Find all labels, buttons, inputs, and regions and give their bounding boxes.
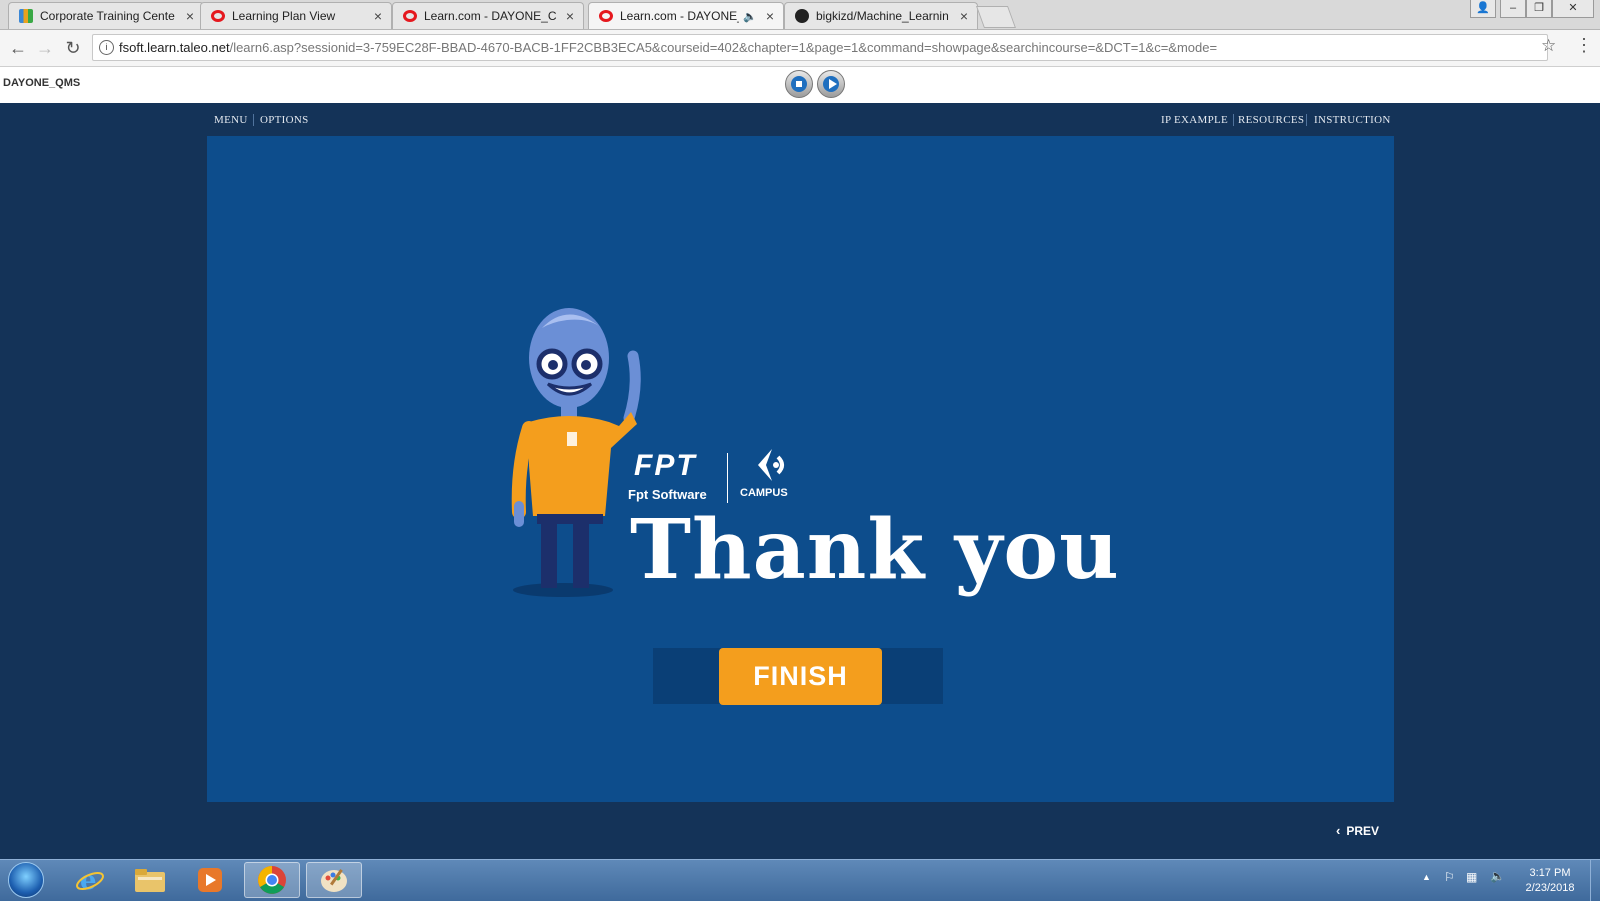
chevron-left-icon: ‹: [1336, 823, 1341, 838]
browser-menu-icon[interactable]: ⋮: [1575, 35, 1593, 56]
site-info-icon[interactable]: i: [99, 40, 114, 55]
user-profile-icon[interactable]: 👤: [1470, 0, 1496, 18]
close-icon[interactable]: ×: [183, 8, 197, 24]
browser-toolbar: ← → ↻ i fsoft.learn.taleo.net/learn6.asp…: [0, 30, 1600, 67]
close-icon[interactable]: ×: [763, 8, 777, 24]
grid-favicon-icon: [19, 9, 33, 23]
course-nav-bar: MENU OPTIONS IP EXAMPLE RESOURCES INSTRU…: [207, 110, 1390, 136]
window-close-icon[interactable]: ✕: [1552, 0, 1594, 18]
windows-taskbar: e ▲ ⚐ ▦ 🔈 3:17 PM 2/23/2018: [0, 859, 1600, 901]
tab-learn-dayone-active[interactable]: Learn.com - DAYONE_ 🔈 ×: [588, 2, 784, 29]
tab-github-machine-learning[interactable]: bigkizd/Machine_Learnin ×: [784, 2, 978, 29]
play-button[interactable]: [817, 70, 845, 98]
reload-icon[interactable]: ↻: [61, 36, 85, 60]
ip-example-link[interactable]: IP EXAMPLE: [1161, 114, 1228, 126]
speaker-icon[interactable]: 🔈: [743, 10, 757, 23]
chrome-icon[interactable]: [244, 862, 300, 898]
svg-text:e: e: [80, 866, 97, 895]
system-clock[interactable]: 3:17 PM 2/23/2018: [1510, 866, 1590, 896]
fpt-campus-logo: FPT Fpt Software CAMPUS: [628, 449, 804, 509]
close-icon[interactable]: ×: [957, 8, 971, 24]
forward-arrow-icon[interactable]: →: [33, 36, 57, 60]
finish-button[interactable]: FINISH: [719, 648, 882, 705]
internet-explorer-icon[interactable]: e: [62, 862, 118, 898]
show-hidden-icons-icon[interactable]: ▲: [1422, 872, 1431, 882]
volume-icon[interactable]: 🔈: [1490, 869, 1505, 883]
prev-button[interactable]: ‹ PREV: [1336, 823, 1379, 838]
tab-learn-dayone-co[interactable]: Learn.com - DAYONE_Co ×: [392, 2, 584, 29]
slide-content: FPT Fpt Software CAMPUS Thank you FINISH: [207, 136, 1394, 802]
play-icon: [823, 76, 839, 92]
oracle-favicon-icon: [599, 10, 613, 22]
window-controls: 👤 – ❐ ✕: [1470, 0, 1594, 18]
stop-icon: [791, 76, 807, 92]
new-tab-button[interactable]: [975, 6, 1017, 28]
fpt-software-text: Fpt Software: [628, 487, 707, 502]
fpt-logo-text: FPT: [634, 449, 697, 482]
paint-icon[interactable]: [306, 862, 362, 898]
campus-logo-icon: [758, 449, 784, 481]
back-arrow-icon[interactable]: ←: [6, 36, 30, 60]
oracle-favicon-icon: [403, 10, 417, 22]
prev-label: PREV: [1346, 824, 1380, 838]
tab-title: Learning Plan View: [232, 9, 336, 23]
bookmark-star-icon[interactable]: ☆: [1541, 36, 1556, 56]
menu-link[interactable]: MENU: [214, 114, 248, 126]
instruction-link[interactable]: INSTRUCTION: [1314, 114, 1391, 126]
options-link[interactable]: OPTIONS: [260, 114, 309, 126]
browser-tab-strip: Corporate Training Cente × Learning Plan…: [0, 0, 1600, 30]
network-icon[interactable]: ▦: [1466, 870, 1477, 884]
course-title: DAYONE_QMS: [3, 77, 81, 89]
restore-icon[interactable]: ❐: [1526, 0, 1552, 18]
stop-button[interactable]: [785, 70, 813, 98]
file-explorer-icon[interactable]: [122, 862, 178, 898]
show-desktop-button[interactable]: [1590, 860, 1600, 901]
oracle-favicon-icon: [211, 10, 225, 22]
tab-title: Corporate Training Cente: [40, 9, 175, 23]
tab-learning-plan-view[interactable]: Learning Plan View ×: [200, 2, 392, 29]
resources-link[interactable]: RESOURCES: [1238, 114, 1304, 126]
action-center-flag-icon[interactable]: ⚐: [1444, 870, 1455, 884]
thank-you-heading: Thank you: [630, 502, 1120, 598]
url-path: /learn6.asp?sessionid=3-759EC28F-BBAD-46…: [229, 40, 1218, 55]
tab-title: bigkizd/Machine_Learnin: [816, 9, 949, 23]
tab-title: Learn.com - DAYONE_Co: [424, 9, 557, 23]
finish-button-container: FINISH: [653, 648, 943, 705]
course-player-header: DAYONE_QMS: [0, 67, 1600, 104]
media-player-icon[interactable]: [182, 862, 238, 898]
campus-text: CAMPUS: [740, 487, 788, 499]
tab-title: Learn.com - DAYONE_: [620, 9, 740, 23]
start-orb-icon[interactable]: [8, 862, 44, 898]
clock-date: 2/23/2018: [1525, 882, 1575, 894]
clock-time: 3:17 PM: [1529, 867, 1571, 879]
minimize-icon[interactable]: –: [1500, 0, 1526, 18]
close-icon[interactable]: ×: [563, 8, 577, 24]
address-bar[interactable]: i fsoft.learn.taleo.net/learn6.asp?sessi…: [92, 34, 1548, 61]
close-icon[interactable]: ×: [371, 8, 385, 24]
url-host: fsoft.learn.taleo.net: [119, 40, 230, 55]
tab-corporate-training[interactable]: Corporate Training Cente ×: [8, 2, 204, 29]
github-favicon-icon: [795, 9, 809, 23]
